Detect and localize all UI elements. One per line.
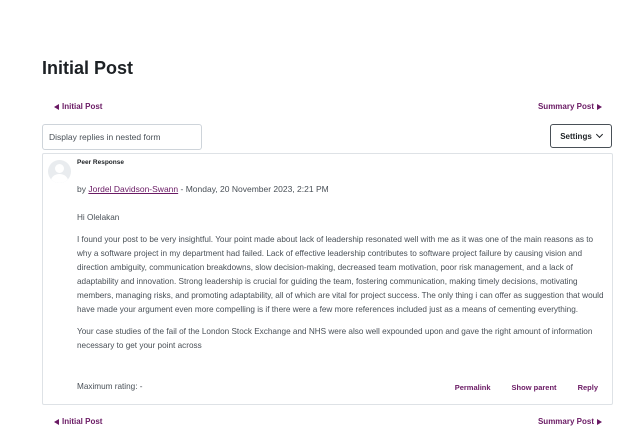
user-avatar-icon[interactable]	[48, 160, 71, 183]
show-parent-link[interactable]: Show parent	[512, 383, 557, 392]
triangle-right-icon	[597, 418, 602, 425]
prev-discussion-label: Initial Post	[62, 102, 103, 111]
next-discussion-label: Summary Post	[537, 417, 594, 426]
permalink-link[interactable]: Permalink	[455, 383, 491, 392]
forum-post: Peer Response by Jordel Davidson-Swann -…	[42, 153, 613, 405]
settings-button[interactable]: Settings	[550, 124, 612, 148]
reply-link[interactable]: Reply	[578, 383, 598, 392]
display-mode-value: Display replies in nested form	[49, 132, 161, 142]
next-discussion-label: Summary Post	[537, 102, 594, 111]
settings-label: Settings	[560, 131, 592, 141]
prev-discussion-link-top[interactable]: Initial Post	[54, 102, 102, 111]
display-mode-select[interactable]: Display replies in nested form	[42, 124, 202, 150]
post-date: - Monday, 20 November 2023, 2:21 PM	[180, 184, 329, 194]
page-title: Initial Post	[42, 58, 134, 78]
post-subject: Peer Response	[77, 159, 124, 166]
author-link[interactable]: Jordel Davidson-Swann	[88, 184, 178, 194]
prev-discussion-label: Initial Post	[62, 417, 103, 426]
triangle-right-icon	[597, 103, 602, 110]
post-content: Hi Olelakan I found your post to be very…	[77, 211, 609, 361]
post-byline: by Jordel Davidson-Swann - Monday, 20 No…	[77, 184, 329, 194]
post-paragraph-2: Your case studies of the fail of the Lon…	[77, 327, 593, 350]
post-greeting: Hi Olelakan	[77, 213, 120, 222]
triangle-left-icon	[54, 418, 59, 425]
post-actions: Permalink Show parent Reply	[455, 383, 598, 392]
post-paragraph-1: I found your post to be very insightful.…	[77, 235, 604, 314]
next-discussion-link-top[interactable]: Summary Post	[538, 102, 602, 111]
post-rating: Maximum rating: -	[77, 382, 143, 391]
chevron-down-icon	[595, 130, 603, 139]
byline-prefix: by	[77, 184, 86, 194]
prev-discussion-link-bottom[interactable]: Initial Post	[54, 417, 102, 426]
next-discussion-link-bottom[interactable]: Summary Post	[538, 417, 602, 426]
triangle-left-icon	[54, 103, 59, 110]
